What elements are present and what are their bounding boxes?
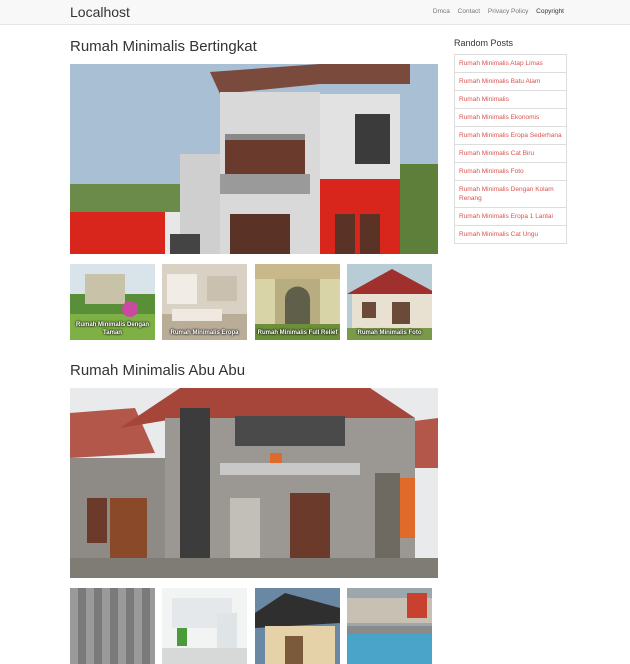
post-2-thumbnails [70,588,438,664]
random-post-link[interactable]: Rumah Minimalis Cat Ungu [455,226,566,243]
post-2-hero-image[interactable] [70,388,438,578]
random-post-link[interactable]: Rumah Minimalis Batu Alam [455,73,566,91]
nav-link-copyright[interactable]: Copyright [536,8,564,15]
post-1-thumbnails: Rumah Minimalis Dengan Taman Rumah Minim… [70,264,438,340]
post-1-thumb-4[interactable]: Rumah Minimalis Foto [347,264,432,340]
navbar: Localhost Dmca Contact Privacy Policy Co… [0,0,630,25]
thumb-caption: Rumah Minimalis Eropa [170,330,239,336]
random-post-link[interactable]: Rumah Minimalis Eropa Sederhana [455,127,566,145]
post-2-thumb-4[interactable] [347,588,432,664]
random-post-link[interactable]: Rumah Minimalis Ekonomis [455,109,566,127]
random-post-link[interactable]: Rumah Minimalis Dengan Kolam Renang [455,181,566,208]
post-title-1[interactable]: Rumah Minimalis Bertingkat [70,38,257,55]
random-post-link[interactable]: Rumah Minimalis Eropa 1 Lantai [455,208,566,226]
random-post-link[interactable]: Rumah Minimalis Atap Limas [455,55,566,73]
sidebar: Random Posts Rumah Minimalis Atap Limas … [454,38,567,244]
thumb-caption: Rumah Minimalis Full Relief [257,330,338,336]
nav-links: Dmca Contact Privacy Policy Copyright [427,8,564,15]
post-1-thumb-3[interactable]: Rumah Minimalis Full Relief [255,264,340,340]
post-title-2[interactable]: Rumah Minimalis Abu Abu [70,362,245,379]
nav-link-privacy-policy[interactable]: Privacy Policy [488,8,528,15]
nav-link-contact[interactable]: Contact [458,8,480,15]
thumb-caption: Rumah Minimalis Foto [357,330,422,336]
post-1-hero-image[interactable] [70,64,438,254]
post-2-thumb-1[interactable] [70,588,155,664]
post-1-thumb-1[interactable]: Rumah Minimalis Dengan Taman [70,264,155,340]
post-2-thumb-3[interactable] [255,588,340,664]
random-post-link[interactable]: Rumah Minimalis Cat Biru [455,145,566,163]
random-post-link[interactable]: Rumah Minimalis Foto [455,163,566,181]
site-brand-link[interactable]: Localhost [70,4,130,20]
post-2-thumb-2[interactable] [162,588,247,664]
random-post-link[interactable]: Rumah Minimalis [455,91,566,109]
random-posts-list: Rumah Minimalis Atap Limas Rumah Minimal… [454,54,567,244]
post-1-thumb-2[interactable]: Rumah Minimalis Eropa [162,264,247,340]
sidebar-title: Random Posts [454,38,514,48]
nav-link-dmca[interactable]: Dmca [433,8,450,15]
thumb-caption: Rumah Minimalis Dengan Taman [75,322,149,336]
